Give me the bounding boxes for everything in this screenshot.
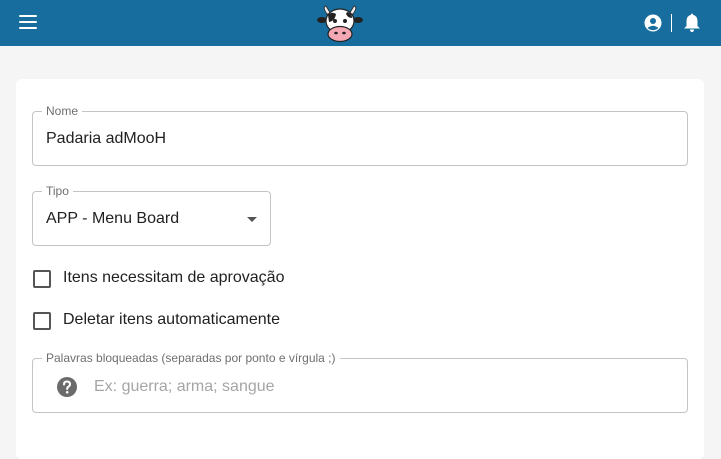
blocked-words-input[interactable]: Ex: guerra; arma; sangue [94,377,275,397]
type-select-value[interactable]: APP - Menu Board [46,209,179,229]
type-select[interactable]: Tipo APP - Menu Board [32,184,271,246]
cow-logo [317,5,363,43]
approval-checkbox-label[interactable]: Itens necessitam de aprovação [63,268,284,288]
approval-checkbox[interactable] [33,270,51,288]
name-field-value[interactable]: Padaria adMooH [46,129,166,149]
blocked-words-field[interactable]: Palavras bloqueadas (separadas por ponto… [32,351,688,413]
bell-icon[interactable] [683,12,701,33]
blocked-words-label: Palavras bloqueadas (separadas por ponto… [42,351,340,365]
name-field[interactable]: Nome Padaria adMooH [32,104,688,166]
auto-delete-checkbox[interactable] [33,312,51,330]
name-field-label: Nome [42,104,83,118]
settings-card: Nome Padaria adMooH Tipo APP - Menu Boar… [16,79,704,459]
type-select-label: Tipo [42,184,73,198]
account-circle-icon[interactable] [644,14,662,32]
header-divider [671,14,672,32]
menu-icon[interactable] [19,15,37,29]
dropdown-arrow-icon[interactable] [247,217,257,222]
help-circle-icon [57,377,77,397]
app-bar [0,0,721,46]
auto-delete-checkbox-label[interactable]: Deletar itens automaticamente [63,310,280,330]
